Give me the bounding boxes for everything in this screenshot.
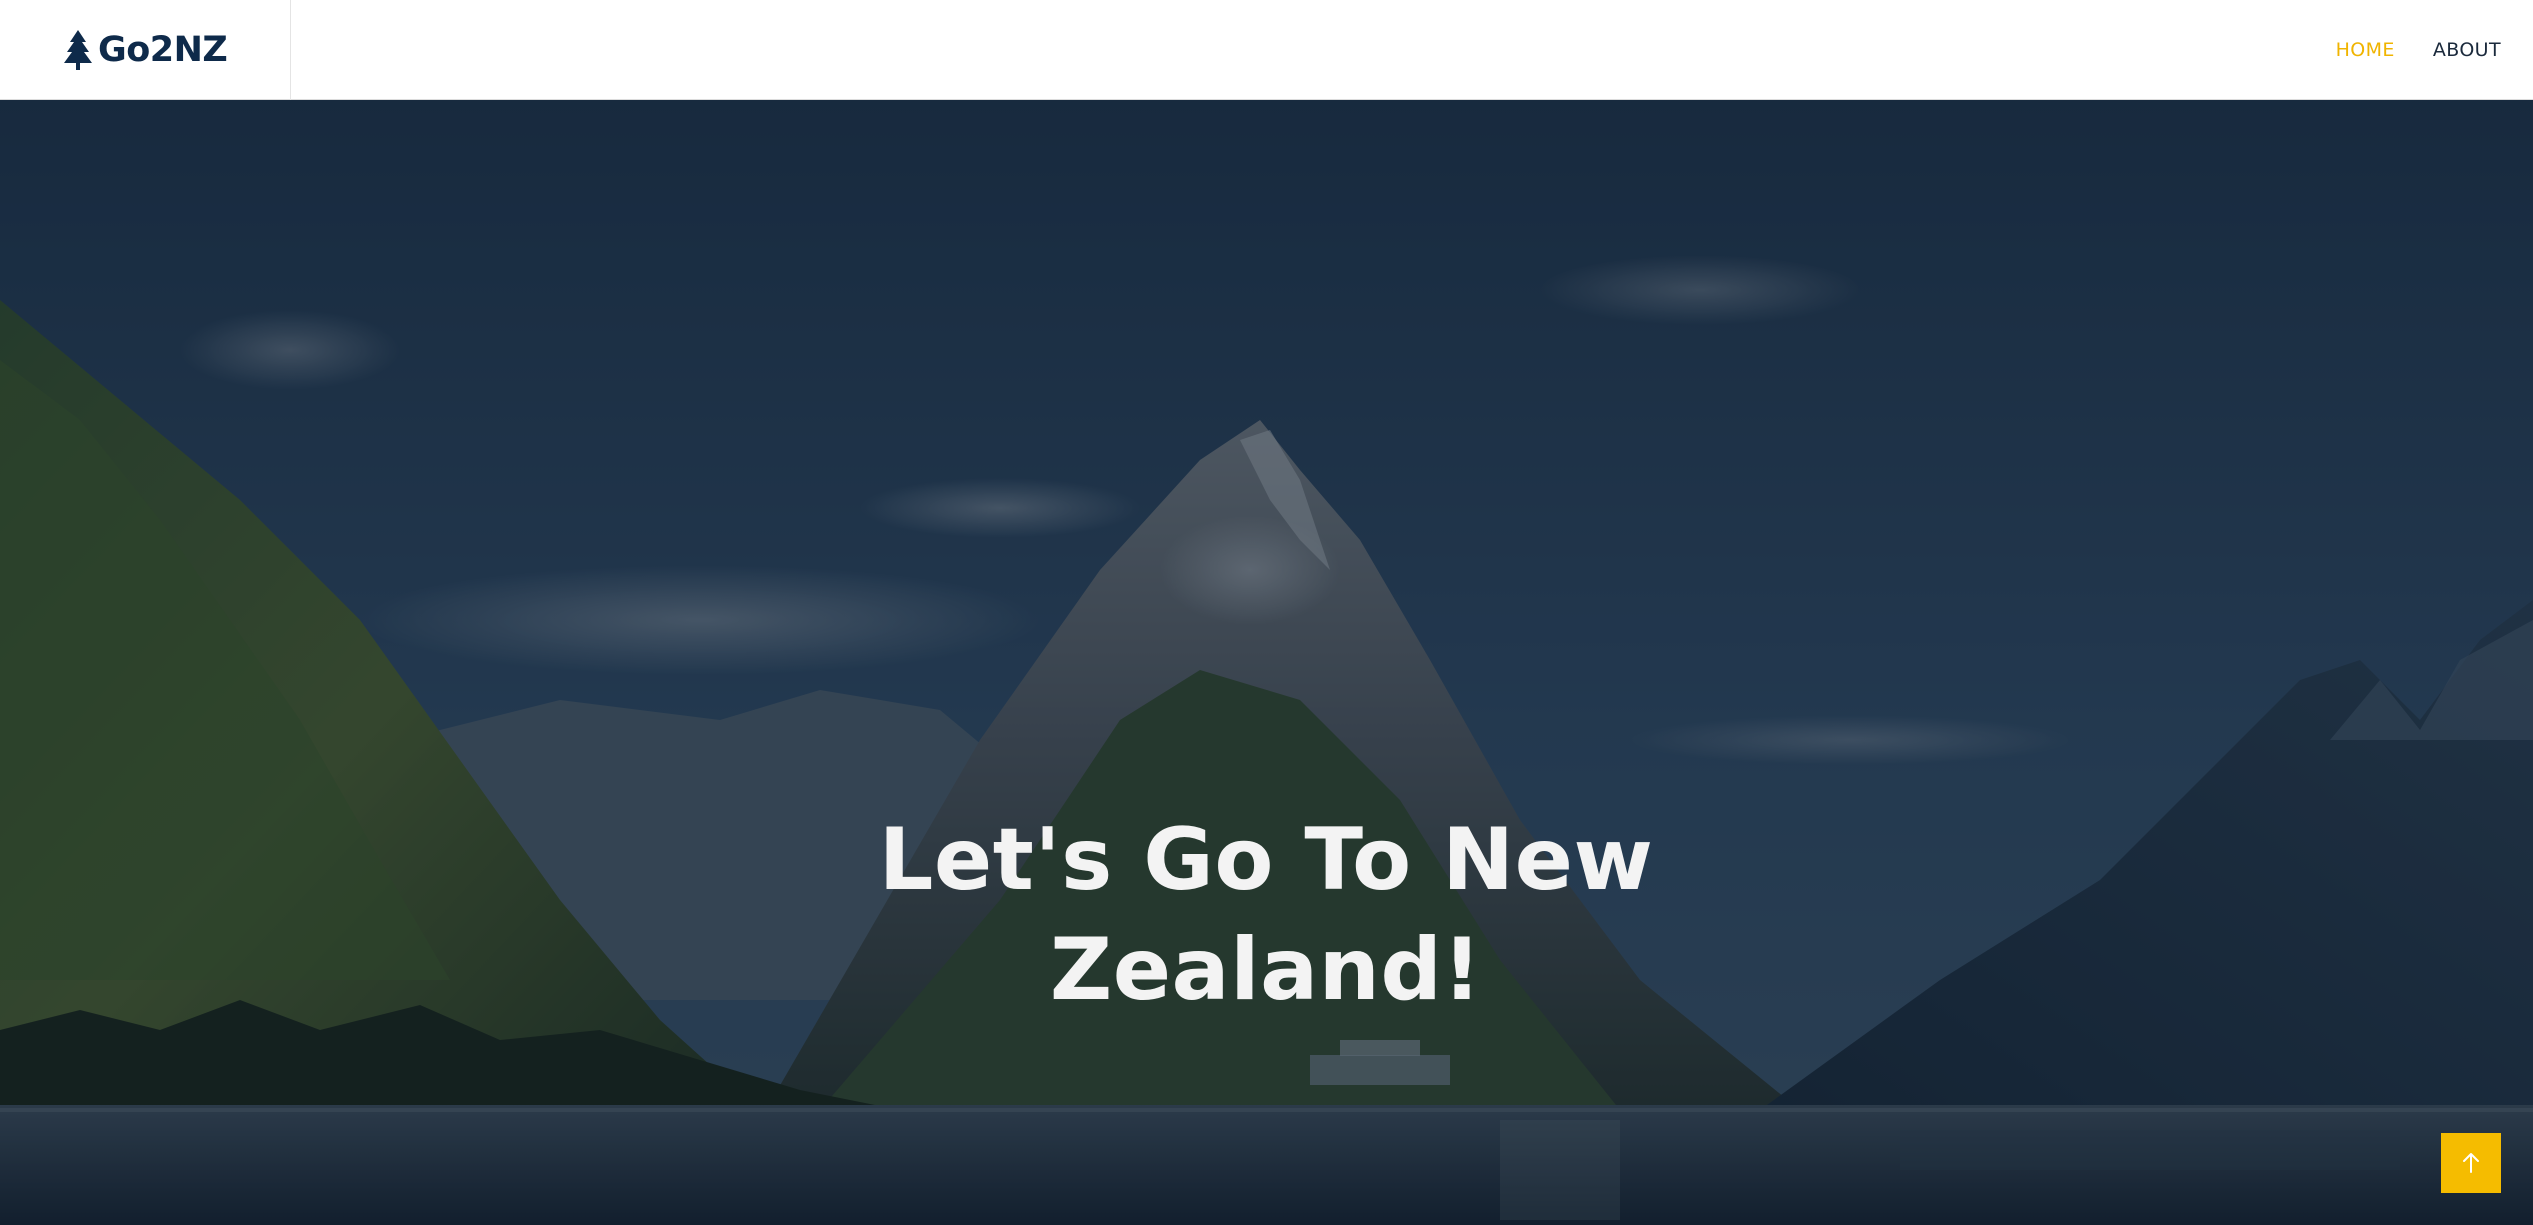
brand-container: Go2NZ [0, 0, 291, 100]
tree-icon [64, 30, 92, 70]
hero-section: Let's Go To New Zealand! [0, 100, 2533, 1225]
arrow-up-icon [2463, 1153, 2479, 1173]
brand-logo-link[interactable]: Go2NZ [62, 27, 228, 73]
main-nav: HOME ABOUT [2298, 0, 2501, 100]
back-to-top-button[interactable] [2441, 1133, 2501, 1193]
nav-item-about[interactable]: ABOUT [2433, 39, 2501, 61]
hero-title: Let's Go To New Zealand! [878, 810, 1654, 1020]
site-header: Go2NZ HOME ABOUT [0, 0, 2533, 100]
hero-background-image [0, 100, 2533, 1225]
brand-name: Go2NZ [98, 29, 228, 70]
nav-item-home[interactable]: HOME [2336, 39, 2395, 61]
